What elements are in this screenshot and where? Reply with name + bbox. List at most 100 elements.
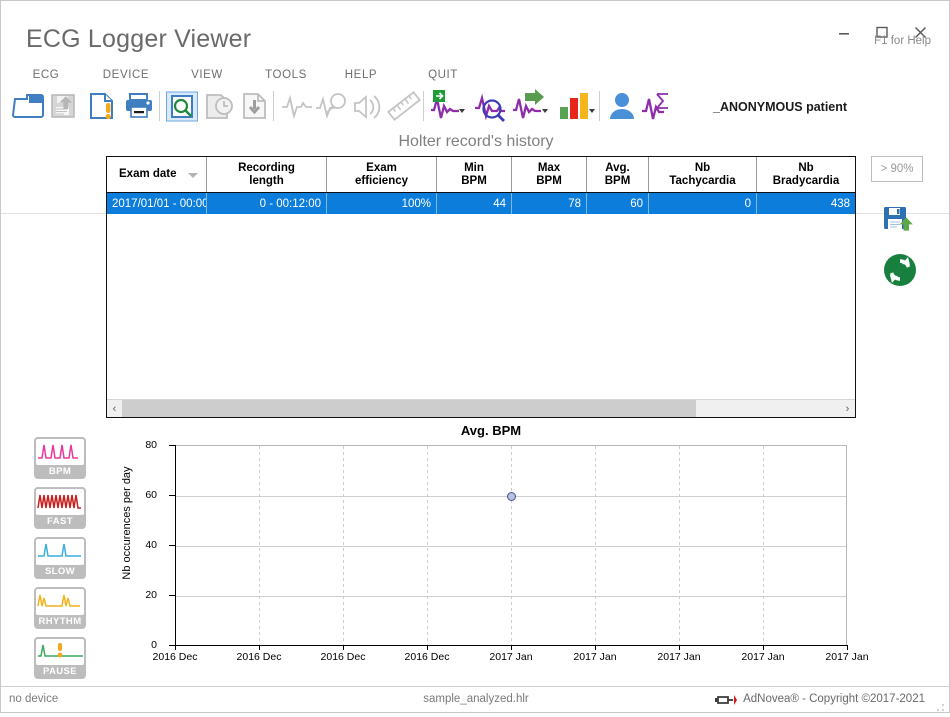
ecg-zoom-icon[interactable] xyxy=(473,87,509,125)
toolbar-separator xyxy=(273,91,274,121)
x-tick-label: 2016 Dec xyxy=(313,651,373,663)
cell-nb-tachycardia: 0 xyxy=(649,193,757,214)
gridline-vertical xyxy=(679,446,680,645)
view-button-rhythm[interactable]: RHYTHM xyxy=(34,587,86,629)
chart-y-axis xyxy=(175,445,176,646)
y-tick-label: 60 xyxy=(117,489,157,501)
y-tick-label: 40 xyxy=(117,539,157,551)
ecg-export-icon[interactable] xyxy=(429,87,465,125)
search-record-icon[interactable] xyxy=(164,87,200,125)
view-button-label: PAUSE xyxy=(36,665,84,678)
history-section-title: Holter record's history xyxy=(1,133,950,151)
column-header-label: Exam date xyxy=(119,168,177,181)
avg-bpm-chart: Avg. BPM Nb occurences per day 0 20 xyxy=(111,421,871,681)
scroll-right-icon[interactable]: › xyxy=(840,400,855,417)
efficiency-filter-button[interactable]: > 90% xyxy=(871,156,923,182)
menu-item-device[interactable]: DEVICE xyxy=(98,69,154,81)
gridline-vertical xyxy=(595,446,596,645)
x-tick-label: 2017 Jan xyxy=(565,651,625,663)
y-tick xyxy=(169,545,175,546)
file-warning-icon[interactable] xyxy=(84,87,120,125)
cell-exam-efficiency: 100% xyxy=(327,193,437,214)
menu-bar: ECG DEVICE VIEW TOOLS HELP QUIT xyxy=(1,69,949,87)
chevron-down-icon[interactable] xyxy=(459,109,465,113)
view-button-label: RHYTHM xyxy=(36,615,84,628)
column-header-avg-bpm[interactable]: Avg. BPM xyxy=(587,157,649,192)
gridline-vertical xyxy=(343,446,344,645)
ecg-forward-icon[interactable] xyxy=(511,87,547,125)
ecg-sigma-icon[interactable] xyxy=(640,87,676,125)
menu-item-tools[interactable]: TOOLS xyxy=(260,69,312,81)
column-header-nb-tachycardia[interactable]: Nb Tachycardia xyxy=(649,157,757,192)
cell-max-bpm: 78 xyxy=(512,193,587,214)
table-row[interactable]: 2017/01/01 - 00:00 0 - 00:12:00 100% 44 … xyxy=(107,193,855,214)
sort-descending-icon[interactable] xyxy=(188,173,198,178)
chevron-down-icon[interactable] xyxy=(589,109,595,113)
column-header-exam-date[interactable]: Exam date xyxy=(107,157,207,192)
view-button-bpm[interactable]: BPM xyxy=(34,437,86,479)
chart-title: Avg. BPM xyxy=(111,423,871,438)
x-tick xyxy=(175,645,176,650)
patient-icon[interactable] xyxy=(605,87,641,125)
y-tick-label: 20 xyxy=(117,589,157,601)
scroll-left-icon[interactable]: ‹ xyxy=(107,400,122,417)
y-tick xyxy=(169,495,175,496)
menu-item-ecg[interactable]: ECG xyxy=(23,69,69,81)
patient-name-label: _ANONYMOUS patient xyxy=(713,100,847,114)
rhythm-waveform-icon xyxy=(36,589,84,615)
gridline-vertical xyxy=(763,446,764,645)
horizontal-scrollbar[interactable]: ‹ › xyxy=(107,399,855,417)
cell-recording-length: 0 - 00:12:00 xyxy=(207,193,327,214)
holter-history-table[interactable]: Exam date Recording length Exam efficien… xyxy=(106,156,856,418)
y-tick-label: 0 xyxy=(117,639,157,651)
ecg-analyze-icon xyxy=(314,87,350,125)
column-header-nb-bradycardia[interactable]: Nb Bradycardia xyxy=(757,157,855,192)
table-body: 2017/01/01 - 00:00 0 - 00:12:00 100% 44 … xyxy=(107,193,855,395)
x-tick xyxy=(595,645,596,650)
gridline-vertical xyxy=(259,446,260,645)
x-tick-label: 2017 Jan xyxy=(733,651,793,663)
view-button-label: BPM xyxy=(36,465,84,478)
toolbar-separator xyxy=(599,91,600,121)
save-export-icon[interactable] xyxy=(881,201,919,239)
column-header-recording-length[interactable]: Recording length xyxy=(207,157,327,192)
cell-min-bpm: 44 xyxy=(437,193,512,214)
x-tick-label: 2017 Jan xyxy=(481,651,541,663)
slow-waveform-icon xyxy=(36,539,84,565)
download-file-icon xyxy=(237,87,273,125)
x-tick xyxy=(511,645,512,650)
status-bar: no device sample_analyzed.hlr AdNovea® -… xyxy=(1,686,949,712)
cell-exam-date: 2017/01/01 - 00:00 xyxy=(107,193,207,214)
scrollbar-thumb[interactable] xyxy=(122,400,696,417)
cell-nb-bradycardia: 438 xyxy=(757,193,855,214)
x-tick xyxy=(259,645,260,650)
page-title: ECG Logger Viewer xyxy=(26,25,251,54)
data-point[interactable] xyxy=(507,492,516,501)
column-header-exam-efficiency[interactable]: Exam efficiency xyxy=(327,157,437,192)
refresh-icon[interactable] xyxy=(881,251,919,289)
toolbar-separator xyxy=(159,91,160,121)
column-header-max-bpm[interactable]: Max BPM xyxy=(512,157,587,192)
open-folder-icon[interactable] xyxy=(11,87,47,125)
ruler-icon xyxy=(386,87,422,125)
bar-chart-icon[interactable] xyxy=(557,87,593,125)
menu-item-quit[interactable]: QUIT xyxy=(421,69,465,81)
minimize-icon[interactable] xyxy=(829,19,859,45)
toolbar-separator xyxy=(423,91,424,121)
table-header-row: Exam date Recording length Exam efficien… xyxy=(107,157,855,193)
resize-grip[interactable] xyxy=(935,699,945,709)
chevron-down-icon[interactable] xyxy=(542,109,548,113)
x-tick-label: 2017 Jan xyxy=(649,651,709,663)
x-tick-label: 2016 Dec xyxy=(145,651,205,663)
y-tick xyxy=(169,595,175,596)
application-window: ECG Logger Viewer F1 for Help ECG DEVICE… xyxy=(0,0,950,713)
scrollbar-track[interactable] xyxy=(122,400,840,417)
view-button-pause[interactable]: PAUSE xyxy=(34,637,86,679)
column-header-min-bpm[interactable]: Min BPM xyxy=(437,157,512,192)
gridline-vertical xyxy=(427,446,428,645)
menu-item-help[interactable]: HELP xyxy=(339,69,383,81)
view-button-slow[interactable]: SLOW xyxy=(34,537,86,579)
print-icon[interactable] xyxy=(121,87,157,125)
menu-item-view[interactable]: VIEW xyxy=(185,69,229,81)
view-button-fast[interactable]: FAST xyxy=(34,487,86,529)
